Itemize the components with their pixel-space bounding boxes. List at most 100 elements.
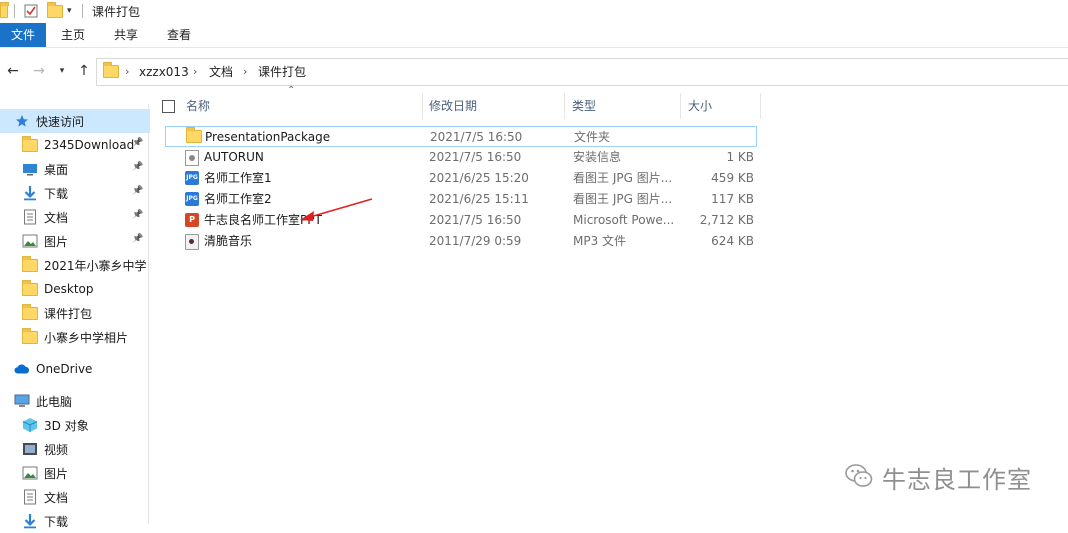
file-name: AUTORUN [204,150,264,164]
sidebar-item-0-快速访问[interactable]: 快速访问 [0,109,150,133]
navigation-pane: 快速访问 2345Download 📌 桌面 📌 下载 📌 文档 📌 图片 📌 2021年小寨乡中学 D… [0,104,150,529]
sidebar-item-label: 2021年小寨乡中学 [44,258,147,273]
sidebar-item-7-desktop[interactable]: Desktop [0,277,150,301]
back-arrow-icon[interactable]: ← [2,56,24,86]
title-bar: ▾ 课件打包 [0,0,1068,22]
file-type: MP3 文件 [573,234,627,248]
sidebar-item-5-图片[interactable]: 图片 📌 [0,229,150,253]
forward-arrow-icon[interactable]: → [28,56,50,86]
folder-icon [22,327,38,345]
pictures-icon [22,465,38,481]
sidebar-item-label: 课件打包 [44,306,93,321]
column-separator[interactable] [564,93,565,119]
new-folder-icon[interactable] [47,1,63,19]
sidebar-item-14-图片[interactable]: 图片 [0,461,150,485]
file-type: Microsoft Powe... [573,213,675,227]
breadcrumb-separator-icon[interactable]: › [125,59,129,85]
computer-icon [14,393,30,409]
sidebar-item-8-课件打包[interactable]: 课件打包 [0,301,150,325]
column-separator[interactable] [680,93,681,119]
pictures-icon [22,233,38,249]
star-icon [14,113,30,129]
cloud-icon [14,361,30,377]
tab-file[interactable]: 文件 [0,23,46,47]
column-header-row: ⌃ 名称 修改日期 类型 大小 [150,85,1068,119]
sidebar-item-1-2345download[interactable]: 2345Download 📌 [0,133,150,157]
tab-share[interactable]: 共享 [103,23,149,47]
separator [82,4,83,18]
breadcrumb-separator-icon[interactable]: › [193,59,197,85]
file-row[interactable]: JPG 名师工作室2 2021/6/25 15:11 看图王 JPG 图片... 117… [165,189,757,210]
file-row[interactable]: 清脆音乐 2011/7/29 0:59 MP3 文件 624 KB [165,231,757,252]
file-row[interactable]: PresentationPackage 2021/7/5 16:50 文件夹 [165,126,757,147]
sidebar-item-16-下载[interactable]: 下载 [0,509,150,533]
sidebar-item-10-onedrive[interactable]: OneDrive [0,357,150,381]
column-header-size[interactable]: 大小 [688,93,712,119]
file-date: 2021/6/25 15:20 [429,171,529,185]
customize-toolbar-dropdown-icon[interactable]: ▾ [67,3,72,19]
file-type: 看图王 JPG 图片... [573,171,673,185]
sort-ascending-icon: ⌃ [287,85,296,96]
sidebar-item-3-下载[interactable]: 下载 📌 [0,181,150,205]
breadcrumb-current-folder[interactable]: 课件打包 [258,59,306,85]
sidebar-item-label: 下载 [44,514,69,529]
sidebar-item-2-桌面[interactable]: 桌面 📌 [0,157,150,181]
pin-icon[interactable]: 📌 [132,186,143,196]
sidebar-item-13-视频[interactable]: 视频 [0,437,150,461]
column-header-date[interactable]: 修改日期 [429,93,477,119]
file-row[interactable]: AUTORUN 2021/7/5 16:50 安装信息 1 KB [165,147,757,168]
sidebar-item-label: OneDrive [36,362,93,376]
sidebar-item-label: 2345Download [44,138,135,152]
tab-home[interactable]: 主页 [50,23,96,47]
sidebar-item-label: 桌面 [44,162,69,177]
sidebar-item-12-3d-对象[interactable]: 3D 对象 [0,413,150,437]
column-header-type[interactable]: 类型 [572,93,596,119]
pin-icon[interactable]: 📌 [132,234,143,244]
tab-view[interactable]: 查看 [156,23,202,47]
ribbon: 文件 主页 共享 查看 [0,23,1068,48]
file-type: 文件夹 [574,130,611,144]
sidebar-item-label: 小寨乡中学相片 [44,330,129,345]
file-row[interactable]: P 牛志良名师工作室PPT 2021/7/5 16:50 Microsoft Powe… [165,210,757,231]
file-date: 2011/7/29 0:59 [429,234,522,248]
documents-icon [22,209,38,225]
file-date: 2021/7/5 16:50 [429,213,522,227]
column-header-name[interactable]: 名称 [186,93,210,119]
download-icon [22,513,38,529]
properties-checkmark-icon[interactable] [24,3,38,19]
sidebar-item-15-文档[interactable]: 文档 [0,485,150,509]
pin-icon[interactable]: 📌 [132,162,143,172]
download-icon [22,185,38,201]
file-name: 名师工作室1 [204,171,272,185]
sidebar-item-9-小寨乡中学相片[interactable]: 小寨乡中学相片 [0,325,150,349]
sidebar-item-label: 文档 [44,210,69,225]
documents-icon [22,489,38,505]
file-type: 安装信息 [573,150,622,164]
recent-locations-chevron-icon[interactable]: ▾ [54,56,70,86]
pin-icon[interactable]: 📌 [132,210,143,220]
select-all-checkbox[interactable] [162,100,175,113]
sidebar-item-6-2021年小寨乡中学[interactable]: 2021年小寨乡中学 [0,253,150,277]
column-separator[interactable] [760,93,761,119]
file-date: 2021/6/25 15:11 [429,192,529,206]
sidebar-item-label: 3D 对象 [44,418,89,433]
column-separator[interactable] [422,93,423,119]
breadcrumb-documents[interactable]: 文档 [209,59,233,85]
setup-info-icon [185,150,200,166]
pin-icon[interactable]: 📌 [132,138,143,148]
address-bar[interactable]: › xzzx013 › 文档 › 课件打包 [96,58,1068,86]
powerpoint-icon: P [185,213,200,228]
mp3-icon [185,234,200,250]
folder-icon [22,303,38,321]
breadcrumb-xzzx013[interactable]: xzzx013 [139,59,189,85]
file-row[interactable]: JPG 名师工作室1 2021/6/25 15:20 看图王 JPG 图片... 459… [165,168,757,189]
file-name: 名师工作室2 [204,192,272,206]
navigation-bar: ← → ▾ ↑ › xzzx013 › 文档 › 课件打包 [0,56,1068,86]
sidebar-item-label: 此电脑 [36,394,73,409]
sidebar-item-4-文档[interactable]: 文档 📌 [0,205,150,229]
breadcrumb-separator-icon[interactable]: › [243,59,247,85]
up-arrow-icon[interactable]: ↑ [74,56,94,86]
file-date: 2021/7/5 16:50 [430,130,523,144]
sidebar-item-11-此电脑[interactable]: 此电脑 [0,389,150,413]
folder-icon [22,279,38,297]
